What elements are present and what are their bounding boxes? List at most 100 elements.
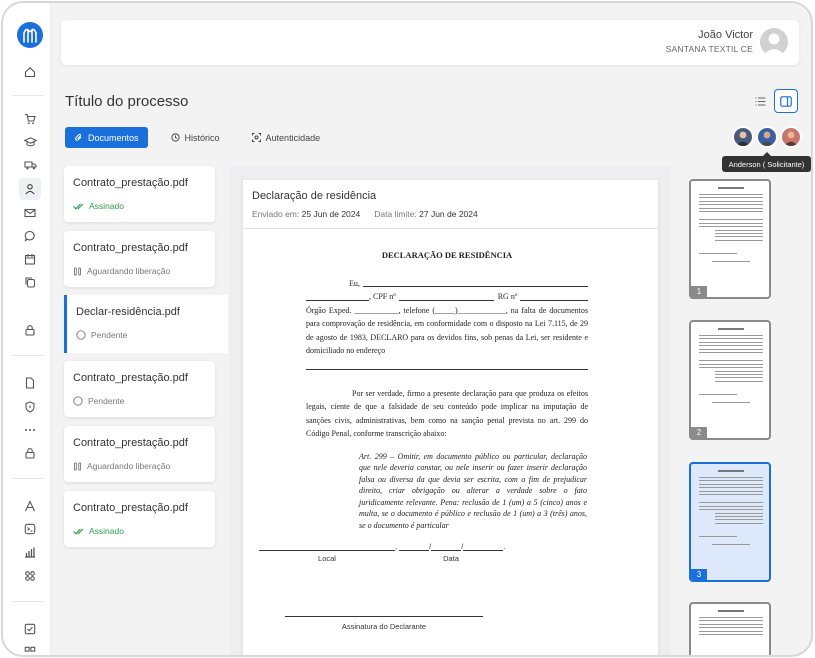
lock-icon[interactable]	[19, 442, 41, 464]
rg-label: RG nº	[497, 292, 518, 301]
top-bar: João Victor SANTANA TEXTIL CE	[61, 20, 799, 65]
avatar[interactable]	[756, 126, 778, 148]
sidebar-divider	[13, 355, 43, 356]
local-date-signature: , / / . Local Data	[259, 542, 509, 563]
view-toggle	[748, 89, 798, 113]
signature-label: Assinatura do Declarante	[341, 622, 427, 631]
pause-icon	[74, 267, 81, 275]
document-name: Contrato_prestação.pdf	[73, 437, 188, 449]
document-sheet: Declaração de residência Enviado em: 25 …	[243, 180, 658, 655]
status-badge: Pendente	[73, 396, 124, 406]
copy-icon[interactable]	[19, 271, 41, 293]
page-number: 3	[691, 569, 707, 580]
page-thumbnail-selected[interactable]: 3	[689, 462, 771, 582]
sent-label: Enviado em:	[252, 209, 300, 219]
avatar[interactable]	[760, 28, 788, 56]
sent-date: 25 Jun de 2024	[301, 209, 361, 219]
page-number: 1	[691, 286, 707, 297]
avatar[interactable]	[780, 126, 802, 148]
shield-icon[interactable]	[19, 396, 41, 418]
limit-label: Data limite:	[374, 209, 417, 219]
user-icon[interactable]	[19, 178, 41, 200]
document-dates: Enviado em: 25 Jun de 2024 Data limite: …	[252, 209, 649, 219]
status-badge: Assinado	[73, 526, 124, 536]
truck-icon[interactable]	[19, 154, 41, 176]
local-label: Local	[318, 554, 336, 563]
document-name: Contrato_prestação.pdf	[73, 502, 188, 514]
status-label: Assinado	[89, 526, 124, 536]
signers-avatars	[732, 126, 802, 148]
document-name: Declar-residência.pdf	[76, 306, 180, 318]
declaration-paragraph: Órgão Exped. ___________, telefone (____…	[306, 305, 588, 356]
tab-documentos[interactable]: Documentos	[65, 127, 148, 148]
double-check-icon	[73, 528, 84, 535]
more-icon[interactable]	[19, 419, 41, 441]
file-icon[interactable]	[19, 372, 41, 394]
tab-autenticidade[interactable]: Autenticidade	[243, 127, 330, 148]
declarant-signature: Assinatura do Declarante	[285, 616, 483, 631]
graduation-cap-icon[interactable]	[19, 131, 41, 153]
status-label: Aguardando liberação	[87, 461, 171, 471]
document-card[interactable]: Contrato_prestação.pdf Aguardando libera…	[64, 231, 215, 287]
page-title: Título do processo	[65, 93, 189, 110]
checkbox-icon[interactable]	[19, 618, 41, 640]
tab-bar: Documentos Histórico Autenticidade	[65, 127, 329, 148]
user-company: SANTANA TEXTIL CE	[665, 44, 753, 54]
list-icon	[755, 97, 765, 105]
user-name: João Victor	[698, 29, 753, 41]
eu-label: Eu,	[349, 278, 360, 288]
sidebar-divider	[13, 601, 43, 602]
avatar[interactable]	[732, 126, 754, 148]
font-icon[interactable]	[19, 495, 41, 517]
thumbnail-preview	[699, 610, 763, 637]
chat-icon[interactable]	[19, 225, 41, 247]
status-label: Aguardando liberação	[87, 266, 171, 276]
paperclip-icon	[75, 133, 82, 141]
declaration-page: DECLARAÇÃO DE RESIDÊNCIA Eu, , CPF nº RG…	[306, 249, 588, 531]
panel-view-button[interactable]	[774, 89, 798, 113]
tab-historico[interactable]: Histórico	[162, 127, 229, 148]
lock-icon[interactable]	[19, 319, 41, 341]
document-card[interactable]: Contrato_prestação.pdf Assinado	[64, 166, 215, 222]
sidebar-divider	[13, 478, 43, 479]
declaration-title: DECLARAÇÃO DE RESIDÊNCIA	[381, 250, 513, 260]
sidebar-panel-icon	[780, 95, 792, 107]
signer-tooltip: Anderson ( Solicitante)	[722, 152, 811, 172]
document-card[interactable]: Contrato_prestação.pdf Assinado	[64, 491, 215, 547]
pause-icon	[74, 462, 81, 470]
page-thumbnail[interactable]	[689, 602, 771, 655]
sidebar-divider	[13, 95, 43, 96]
document-header: Declaração de residência Enviado em: 25 …	[243, 180, 658, 229]
list-view-button[interactable]	[748, 89, 772, 113]
declaration-paragraph: Por ser verdade, firmo a presente declar…	[306, 388, 588, 439]
document-name: Contrato_prestação.pdf	[73, 177, 188, 189]
document-title: Declaração de residência	[252, 190, 377, 202]
cart-icon[interactable]	[19, 108, 41, 130]
grid-icon[interactable]	[19, 565, 41, 587]
thumbnail-preview	[699, 187, 763, 265]
page-thumbnail[interactable]: 2	[689, 320, 771, 440]
cpf-rg-line: , CPF nº RG nº	[306, 290, 588, 304]
document-card[interactable]: Contrato_prestação.pdf Pendente	[64, 361, 215, 417]
name-line: Eu,	[306, 277, 588, 291]
status-badge: Pendente	[76, 330, 127, 340]
status-label: Assinado	[89, 201, 124, 211]
app-logo[interactable]	[17, 22, 43, 48]
home-icon[interactable]	[19, 61, 41, 83]
double-check-icon	[73, 203, 84, 210]
bar-chart-icon[interactable]	[19, 541, 41, 563]
cpf-label: , CPF nº	[369, 292, 396, 301]
document-card[interactable]: Contrato_prestação.pdf Aguardando libera…	[64, 426, 215, 482]
page-number: 2	[691, 427, 707, 438]
document-card-selected[interactable]: Declar-residência.pdf Pendente	[64, 295, 228, 353]
page-thumbnail[interactable]: 1	[689, 179, 771, 299]
document-viewer: Declaração de residência Enviado em: 25 …	[229, 166, 671, 655]
status-badge: Assinado	[73, 201, 124, 211]
apps-icon[interactable]	[19, 641, 41, 655]
terminal-icon[interactable]	[19, 518, 41, 540]
mail-icon[interactable]	[19, 202, 41, 224]
calendar-icon[interactable]	[19, 248, 41, 270]
sidebar	[3, 3, 51, 655]
tab-label: Autenticidade	[265, 132, 321, 143]
scan-icon	[251, 133, 261, 142]
